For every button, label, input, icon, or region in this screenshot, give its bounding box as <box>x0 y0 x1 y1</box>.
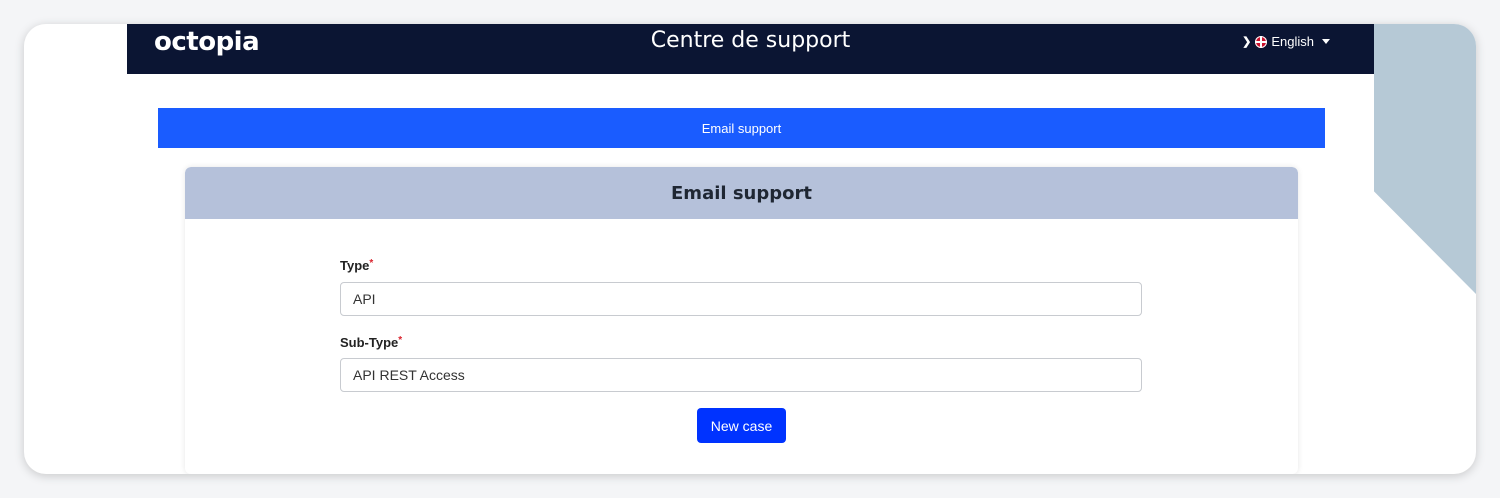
decorative-shape <box>1374 24 1476 294</box>
language-label: English <box>1271 34 1314 49</box>
page-title: Centre de support <box>650 28 851 53</box>
app-window: octopia Centre de support ❯ English Emai… <box>24 24 1476 474</box>
required-mark: * <box>398 335 403 346</box>
type-label: Type* <box>340 258 373 273</box>
top-navbar: octopia Centre de support ❯ English <box>127 24 1374 74</box>
type-label-text: Type <box>340 258 370 273</box>
new-case-button[interactable]: New case <box>697 408 786 443</box>
language-selector[interactable]: ❯ English <box>1242 34 1330 49</box>
sub-type-field[interactable]: API REST Access <box>340 358 1142 392</box>
type-field[interactable]: API <box>340 282 1142 316</box>
sub-type-field-value: API REST Access <box>353 367 465 383</box>
sub-type-label-text: Sub-Type <box>340 335 399 350</box>
sub-type-label: Sub-Type* <box>340 335 402 350</box>
card-title: Email support <box>185 167 1298 219</box>
required-mark: * <box>369 258 374 269</box>
caret-down-icon <box>1322 39 1330 44</box>
tab-email-support[interactable]: Email support <box>158 108 1325 148</box>
email-support-card: Email support Type* API Sub-Type* API RE… <box>185 167 1298 474</box>
uk-flag-icon <box>1255 35 1268 48</box>
type-field-value: API <box>353 291 376 307</box>
tab-email-support-label: Email support <box>701 120 782 136</box>
chevron-down-icon[interactable]: ❯ <box>1242 35 1251 48</box>
